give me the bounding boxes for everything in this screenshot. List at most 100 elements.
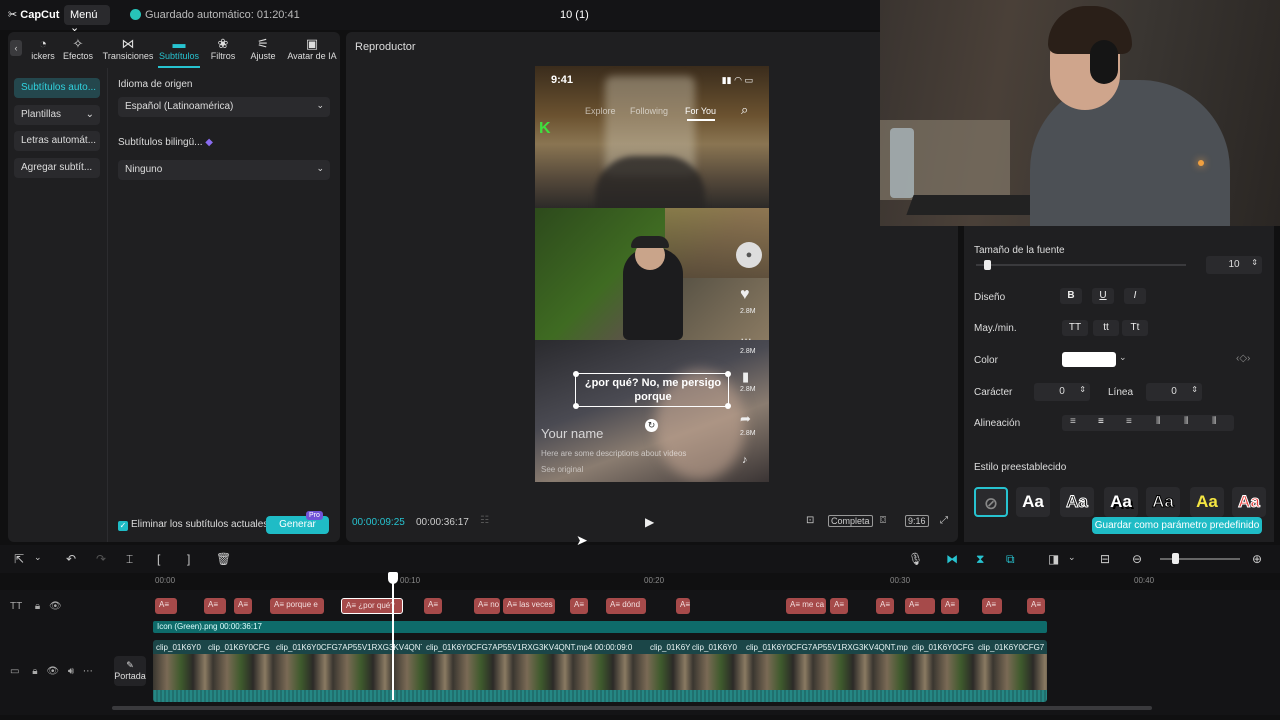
subtitle-clip[interactable]: A≡ porque e: [270, 598, 324, 614]
tab-transitions[interactable]: ⋈ Transiciones: [102, 36, 154, 61]
subtitle-clip[interactable]: A≡ dónd: [606, 598, 646, 614]
resize-handle[interactable]: [725, 403, 731, 409]
play-button[interactable]: ▶: [645, 515, 654, 529]
canvas-icon[interactable]: ⊡: [806, 515, 814, 526]
subtitle-clip[interactable]: A≡: [234, 598, 252, 614]
chevron-down-icon[interactable]: ⌄: [34, 552, 42, 563]
undo-icon[interactable]: ↶: [66, 552, 76, 566]
chevron-down-icon[interactable]: ⌄: [1068, 552, 1076, 563]
preset-style-yellow[interactable]: Aa: [1190, 487, 1224, 517]
aspect-ratio-button[interactable]: 9:16: [905, 515, 929, 527]
titlecase-button[interactable]: Tt: [1122, 320, 1148, 336]
subtitle-selection-box[interactable]: ¿por qué? No, me persigo porque: [573, 371, 731, 409]
sticker-clip[interactable]: Icon (Green).png 00:00:36:17: [153, 621, 1047, 633]
subtitle-clip[interactable]: A≡: [830, 598, 848, 614]
vertical-align-top-icon[interactable]: ⦀: [1156, 416, 1160, 427]
delete-icon[interactable]: 🗑︎: [216, 552, 231, 566]
subtitle-clip[interactable]: A≡: [204, 598, 226, 614]
video-preview[interactable]: 9:41 ▮▮ ◠ ▭ Explore Following For You ⌕ …: [535, 66, 769, 482]
subtitle-view-icon[interactable]: ⊟: [1100, 552, 1110, 566]
preview-axis-icon[interactable]: ◨: [1048, 552, 1059, 566]
microphone-icon[interactable]: 🎙︎: [908, 552, 923, 566]
trim-left-icon[interactable]: [: [157, 552, 160, 566]
cover-button[interactable]: ✎ Portada: [114, 656, 146, 686]
subtitle-clip[interactable]: A≡: [982, 598, 1002, 614]
source-language-select[interactable]: Español (Latinoamérica) ⌄: [118, 97, 330, 117]
line-spacing-input[interactable]: 0 ⇕: [1146, 383, 1202, 401]
timeline-grid-icon[interactable]: ☷: [480, 515, 489, 526]
playhead-handle[interactable]: [388, 572, 398, 584]
preset-style-shadow[interactable]: Aa: [1104, 487, 1138, 517]
vertical-align-middle-icon[interactable]: ⦀: [1184, 416, 1188, 427]
trim-right-icon[interactable]: ]: [187, 552, 190, 566]
redo-icon[interactable]: ↷: [96, 552, 106, 566]
subtitle-clip[interactable]: A≡: [905, 598, 935, 614]
subtitle-clip[interactable]: A≡ me ca: [786, 598, 826, 614]
select-cursor-icon[interactable]: ⇱: [14, 552, 24, 566]
full-quality-button[interactable]: Completa: [828, 515, 873, 527]
subtitle-clip[interactable]: A≡: [676, 598, 690, 614]
link-icon[interactable]: ⧉: [1006, 552, 1015, 567]
screenshot-icon[interactable]: ⌼: [880, 515, 886, 526]
eye-icon[interactable]: 👁︎: [49, 601, 62, 612]
fullscreen-icon[interactable]: ⤢: [940, 515, 948, 526]
subtitle-clip[interactable]: A≡ las veces: [503, 598, 555, 614]
sidenav-auto-lyrics[interactable]: Letras automát...: [14, 131, 100, 151]
lock-icon[interactable]: 🔒︎: [32, 666, 37, 677]
tab-effects[interactable]: ✧ Efectos: [62, 36, 94, 61]
stepper-icon[interactable]: ⇕: [1079, 385, 1086, 394]
rotate-handle-icon[interactable]: ↻: [645, 419, 658, 432]
menu-button[interactable]: Menú ⌄: [64, 5, 110, 34]
remove-current-subtitles-checkbox[interactable]: ✓ Eliminar los subtítulos actuales: [118, 519, 268, 531]
font-size-slider[interactable]: [976, 264, 1186, 266]
preset-none-icon[interactable]: ⊘: [974, 487, 1008, 517]
subtitle-clip[interactable]: A≡: [155, 598, 177, 614]
main-track-magnet-icon[interactable]: ⧓: [946, 552, 958, 566]
subtitle-clip[interactable]: A≡ no: [474, 598, 500, 614]
subtitle-clip[interactable]: A≡: [1027, 598, 1045, 614]
tab-ai-avatar[interactable]: ▣ Avatar de IA: [286, 36, 338, 61]
volume-icon[interactable]: 🔊︎: [68, 666, 74, 677]
uppercase-button[interactable]: TT: [1062, 320, 1088, 336]
bilingual-subtitles-select[interactable]: Ninguno ⌄: [118, 160, 330, 180]
font-size-input[interactable]: 10 ⇕: [1206, 256, 1262, 274]
resize-handle[interactable]: [725, 371, 731, 377]
align-right-icon[interactable]: ≡: [1126, 416, 1132, 427]
zoom-slider-knob[interactable]: [1172, 553, 1179, 564]
bold-button[interactable]: B: [1060, 288, 1082, 304]
zoom-in-icon[interactable]: ⊕: [1252, 552, 1262, 566]
resize-handle[interactable]: [573, 403, 579, 409]
more-icon[interactable]: ⋯: [83, 666, 93, 677]
preset-style-white[interactable]: Aa: [1016, 487, 1050, 517]
tab-adjust[interactable]: ⚟ Ajuste: [246, 36, 280, 61]
sidenav-add-subtitles[interactable]: Agregar subtít...: [14, 158, 100, 178]
auto-snap-icon[interactable]: ⧗: [976, 552, 984, 567]
character-spacing-input[interactable]: 0 ⇕: [1034, 383, 1090, 401]
stepper-icon[interactable]: ⇕: [1191, 385, 1198, 394]
eye-icon[interactable]: 👁︎: [46, 666, 59, 677]
underline-button[interactable]: U: [1092, 288, 1114, 304]
stepper-icon[interactable]: ⇕: [1251, 258, 1258, 267]
sidenav-templates[interactable]: Plantillas ⌄: [14, 105, 100, 125]
italic-button[interactable]: I: [1124, 288, 1146, 304]
sidenav-auto-subtitles[interactable]: Subtítulos auto...: [14, 78, 100, 98]
lock-icon[interactable]: 🔒︎: [35, 601, 40, 612]
align-left-icon[interactable]: ≡: [1070, 416, 1076, 427]
playhead[interactable]: [392, 572, 394, 700]
font-size-slider-knob[interactable]: [983, 260, 991, 270]
lowercase-button[interactable]: tt: [1093, 320, 1119, 336]
subtitle-clip[interactable]: A≡: [876, 598, 894, 614]
zoom-out-icon[interactable]: ⊖: [1132, 552, 1142, 566]
time-ruler[interactable]: [150, 572, 1280, 588]
preset-style-outline[interactable]: Aa: [1060, 487, 1094, 517]
horizontal-scrollbar[interactable]: [112, 706, 1152, 710]
preset-style-black-stroke[interactable]: Aa: [1146, 487, 1180, 517]
chevron-down-icon[interactable]: ⌄: [1119, 352, 1127, 363]
vertical-align-bottom-icon[interactable]: ⦀: [1212, 416, 1216, 427]
subtitle-clip[interactable]: A≡: [570, 598, 588, 614]
subtitle-text[interactable]: ¿por qué? No, me persigo porque: [576, 376, 730, 404]
keyframe-diamond-icon[interactable]: ‹◇›: [1236, 353, 1250, 364]
save-preset-button[interactable]: Guardar como parámetro predefinido: [1092, 517, 1262, 534]
tab-subtitles[interactable]: ▬ Subtítulos: [158, 36, 200, 61]
resize-handle[interactable]: [573, 371, 579, 377]
